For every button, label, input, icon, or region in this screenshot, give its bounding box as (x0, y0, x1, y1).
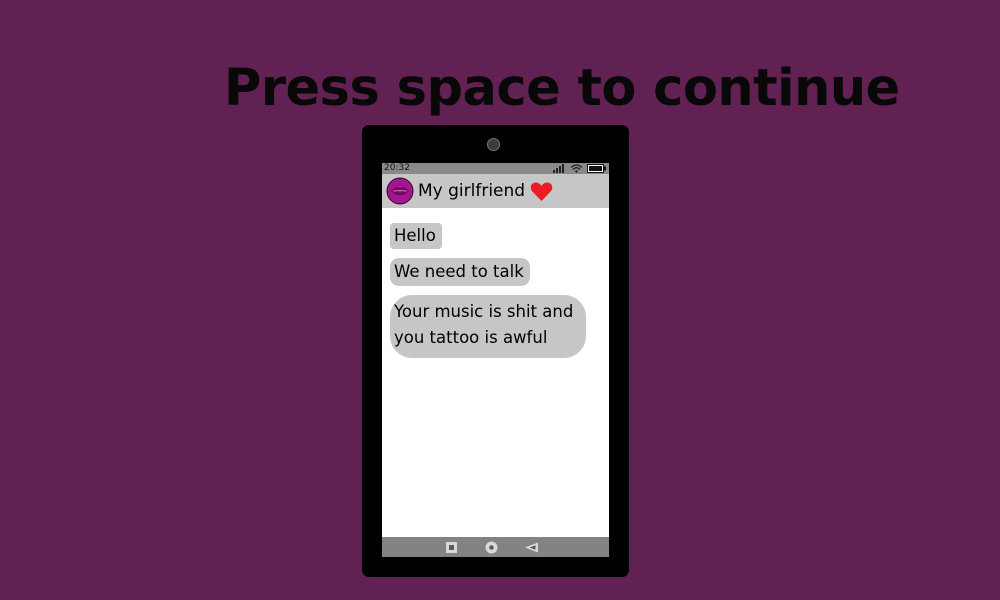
message-bubble: Your music is shit and you tattoo is awf… (390, 295, 586, 358)
contact-name: My girlfriend (418, 181, 526, 201)
message-bubble: Hello (390, 223, 442, 249)
message-bubble: We need to talk (390, 258, 530, 286)
chat-header: My girlfriend (382, 174, 609, 208)
continue-prompt: Press space to continue (224, 59, 900, 118)
wifi-icon (570, 164, 583, 173)
status-bar: 20:32 (382, 163, 609, 174)
camera-icon (487, 138, 500, 151)
phone-screen: 20:32 My girlfriend Hello We need to tal… (382, 163, 609, 557)
nav-bar (382, 537, 609, 557)
heart-icon (530, 182, 553, 202)
status-time: 20:32 (384, 163, 410, 173)
recents-button[interactable] (444, 540, 459, 555)
home-button[interactable] (484, 540, 499, 555)
battery-icon (587, 164, 606, 173)
lips-avatar-icon[interactable] (386, 177, 414, 205)
phone: 20:32 My girlfriend Hello We need to tal… (362, 125, 629, 577)
back-button[interactable] (524, 540, 539, 555)
signal-icon (553, 164, 564, 173)
